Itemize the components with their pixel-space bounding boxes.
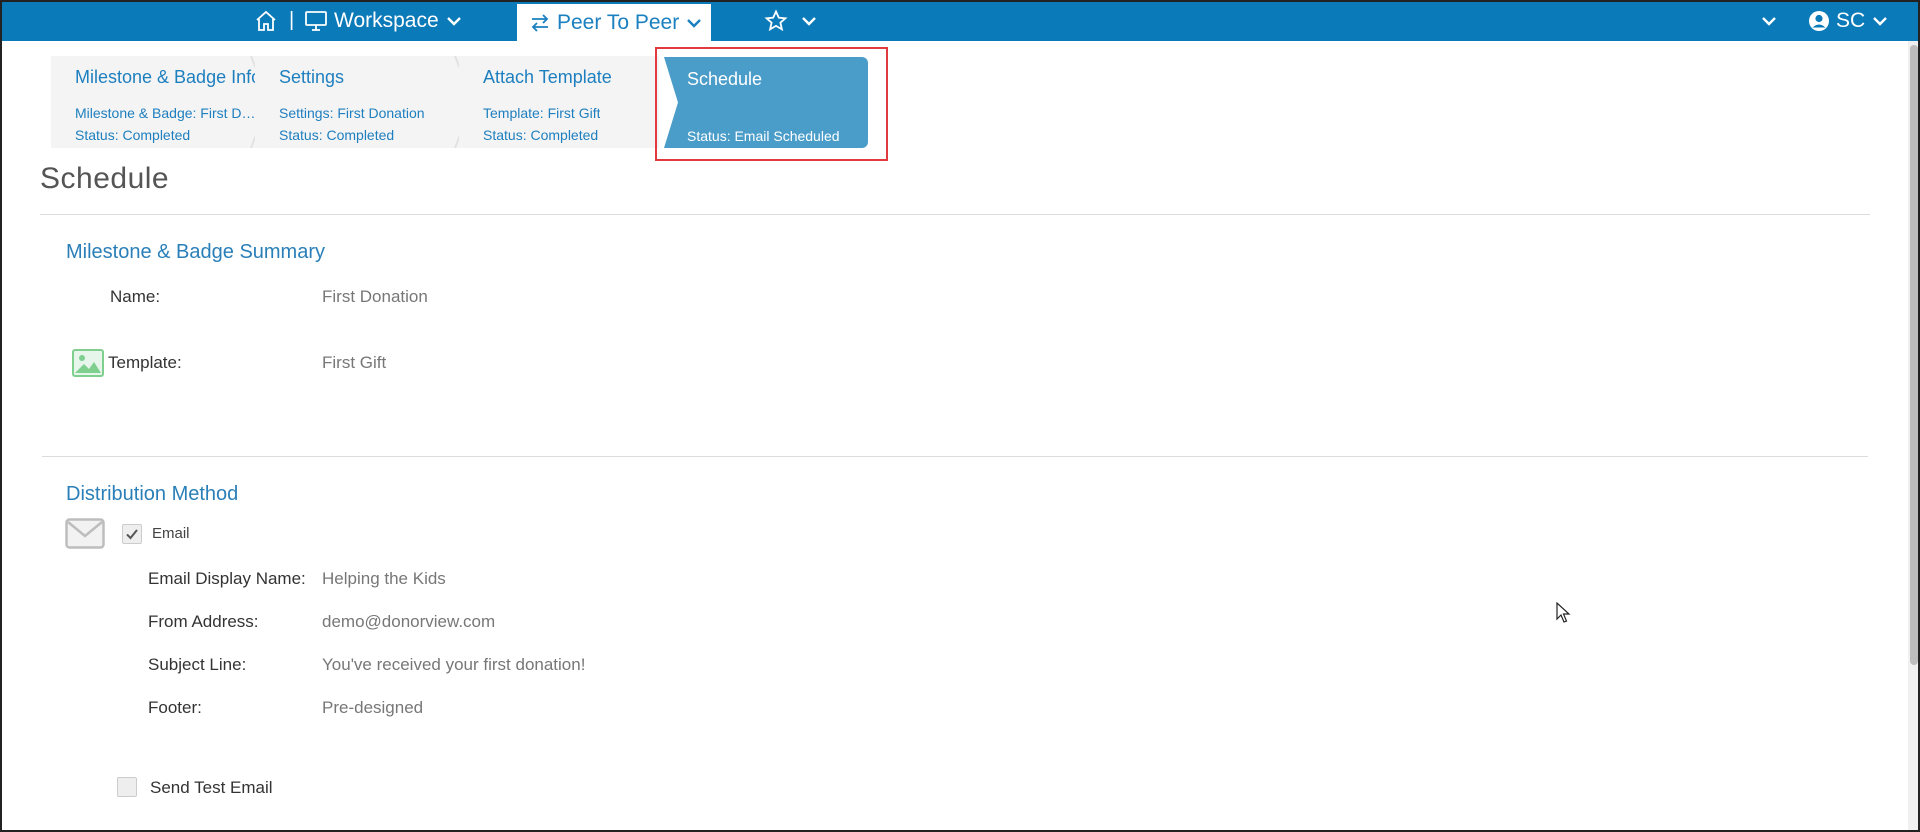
step-status: Status: Completed	[75, 127, 191, 143]
step-detail: Settings: First Donation	[279, 105, 425, 121]
email-checkbox-label: Email	[152, 525, 190, 542]
chevron-down-icon	[802, 16, 816, 26]
page-title: Schedule	[40, 162, 170, 195]
section-divider	[42, 456, 1868, 457]
summary-section-title: Milestone & Badge Summary	[66, 241, 326, 263]
home-icon	[256, 10, 276, 31]
name-value: First Donation	[322, 287, 428, 306]
step-status: Status: Completed	[279, 127, 395, 143]
distribution-section-title: Distribution Method	[66, 483, 239, 505]
favorites-menu[interactable]	[764, 0, 818, 41]
step-attach-template[interactable]: Attach Template Template: First Gift Sta…	[459, 56, 659, 148]
peer-to-peer-menu[interactable]: Peer To Peer	[517, 4, 711, 41]
star-icon	[764, 8, 788, 31]
chevron-down-icon	[446, 16, 461, 26]
checkmark-icon	[126, 529, 138, 540]
monitor-icon	[305, 10, 327, 31]
send-test-email-label: Send Test Email	[150, 778, 273, 797]
step-milestone-badge-info[interactable]: Milestone & Badge Info Milestone & Badge…	[51, 56, 261, 148]
workspace-menu[interactable]: Workspace	[304, 0, 463, 41]
step-detail: Template: First Gift	[483, 105, 601, 121]
step-detail: Milestone & Badge: First Donation	[75, 105, 259, 121]
peer-to-peer-label: Peer To Peer	[557, 10, 680, 34]
step-status: Status: Email Scheduled	[687, 128, 840, 144]
nav-separator: |	[289, 9, 295, 31]
step-title: Milestone & Badge Info	[75, 67, 262, 87]
email-display-name-value: Helping the Kids	[322, 569, 446, 588]
user-menu[interactable]: SC	[1808, 0, 1889, 41]
subject-line-value: You've received your first donation!	[322, 655, 586, 674]
user-initials: SC	[1836, 8, 1866, 32]
email-checkbox[interactable]	[122, 524, 142, 544]
email-display-name-label: Email Display Name:	[148, 569, 306, 588]
top-nav-bar: | Workspace Peer To Peer SC	[0, 0, 1920, 41]
schedule-panel	[40, 214, 1870, 832]
footer-label: Footer:	[148, 698, 202, 717]
swap-arrows-icon	[531, 13, 549, 32]
step-settings[interactable]: Settings Settings: First Donation Status…	[255, 56, 459, 148]
chevron-down-icon	[687, 18, 702, 28]
name-label: Name:	[110, 287, 161, 306]
from-address-value: demo@donorview.com	[322, 612, 496, 631]
footer-value: Pre-designed	[322, 698, 424, 717]
step-title: Settings	[279, 67, 345, 87]
subject-line-label: Subject Line:	[148, 655, 247, 674]
step-schedule[interactable]: Schedule Status: Email Scheduled	[664, 57, 868, 148]
send-test-email-checkbox[interactable]	[117, 777, 137, 797]
apps-menu-toggle[interactable]	[1760, 0, 1778, 41]
user-avatar-icon	[1809, 10, 1829, 31]
envelope-icon	[65, 518, 105, 549]
workspace-label: Workspace	[334, 8, 439, 32]
template-label: Template:	[108, 353, 182, 372]
scrollbar-thumb[interactable]	[1910, 45, 1918, 665]
chevron-down-icon	[1873, 16, 1888, 26]
step-title: Schedule	[687, 69, 763, 89]
step-status: Status: Completed	[483, 127, 599, 143]
step-title: Attach Template	[483, 67, 612, 87]
mouse-cursor-icon	[1556, 602, 1571, 623]
home-button[interactable]	[254, 0, 278, 41]
chevron-down-icon	[1762, 16, 1776, 26]
image-icon	[72, 349, 104, 377]
template-value: First Gift	[322, 353, 387, 372]
from-address-label: From Address:	[148, 612, 259, 631]
